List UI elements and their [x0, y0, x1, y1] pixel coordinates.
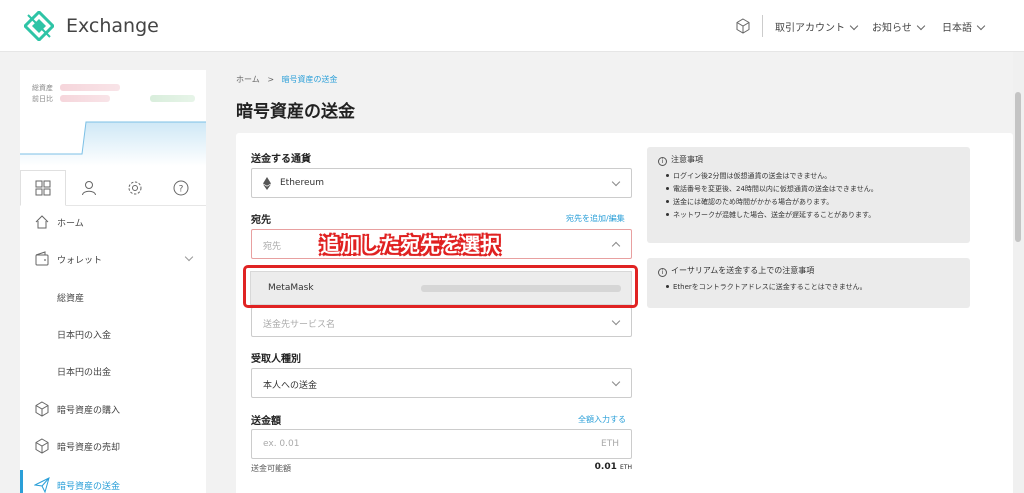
breadcrumb-separator: >: [267, 75, 275, 84]
gear-icon: [128, 181, 142, 195]
currency-label: 送金する通貨: [251, 154, 311, 165]
service-name-select[interactable]: 送金先サービス名: [251, 307, 632, 337]
sidebar-tabs: ?: [20, 170, 206, 206]
asset-sparkline: [20, 121, 206, 166]
breadcrumb-current: 暗号資産の送金: [281, 75, 338, 84]
top-header: Exchange 取引アカウント お知らせ 日本語: [0, 0, 1024, 52]
sidebar-item-sell-crypto[interactable]: 暗号資産の売却: [20, 431, 206, 461]
notice-general: i 注意事項 ログイン後2分間は仮想通貨の送金はできません。 電話番号を変更後、2…: [647, 147, 970, 243]
notice-list: ログイン後2分間は仮想通貨の送金はできません。 電話番号を変更後、24時間以内に…: [666, 171, 878, 223]
cube-icon[interactable]: [735, 18, 751, 34]
scrollbar-thumb[interactable]: [1015, 92, 1021, 242]
brand-name[interactable]: Exchange: [66, 15, 159, 37]
tab-settings[interactable]: [112, 170, 158, 206]
chevron-down-icon: [611, 177, 621, 187]
exchange-logo-icon[interactable]: [24, 11, 54, 41]
list-item: 電話番号を変更後、24時間以内に仮想通貨の送金はできません。: [666, 184, 878, 197]
chevron-down-icon: [916, 21, 926, 31]
sidebar-item-jpy-withdraw[interactable]: 日本円の出金: [20, 356, 206, 386]
list-item: ネットワークが混雑した場合、送金が遅延することがあります。: [666, 210, 878, 223]
header-divider: [762, 15, 763, 37]
notice-ethereum: i イーサリアムを送金する上での注意事項 Etherをコントラクトアドレスに送金す…: [647, 258, 970, 308]
send-icon: [34, 477, 50, 493]
annotation-text: 追加した宛先を選択: [320, 233, 500, 257]
list-item: ログイン後2分間は仮想通貨の送金はできません。: [666, 171, 878, 184]
chevron-up-icon: [611, 241, 621, 251]
list-item: Etherをコントラクトアドレスに送金することはできません。: [666, 282, 867, 295]
page-title: 暗号資産の送金: [236, 102, 355, 122]
notifications-menu[interactable]: お知らせ: [872, 19, 926, 34]
list-item: 送金には確認のため時間がかかる場合があります。: [666, 197, 878, 210]
cube-icon: [35, 438, 49, 454]
sidebar-item-jpy-deposit[interactable]: 日本円の入金: [20, 319, 206, 349]
notice-title: i イーサリアムを送金する上での注意事項: [658, 265, 814, 277]
amount-label: 送金額: [251, 416, 281, 427]
tab-help[interactable]: ?: [158, 170, 204, 206]
chevron-down-icon: [976, 21, 986, 31]
recipient-type-select[interactable]: 本人への送金: [251, 368, 632, 398]
notice-title: i 注意事項: [658, 154, 703, 166]
trading-account-menu[interactable]: 取引アカウント: [775, 19, 859, 34]
amount-input[interactable]: ex. 0.01 ETH: [251, 429, 632, 459]
chevron-down-icon: [184, 252, 194, 262]
wallet-icon: [35, 251, 49, 266]
sidebar-item-send-crypto[interactable]: 暗号資産の送金: [20, 470, 206, 493]
sidebar-item-home[interactable]: ホーム: [20, 207, 206, 237]
add-edit-destination-link[interactable]: 宛先を追加/編集: [566, 213, 625, 224]
chevron-down-icon: [611, 316, 621, 326]
chevron-down-icon: [611, 377, 621, 387]
fill-full-amount-link[interactable]: 全額入力する: [578, 414, 626, 425]
sidebar-item-wallet[interactable]: ウォレット: [20, 244, 206, 274]
cube-icon: [35, 401, 49, 417]
sidebar-item-total-assets[interactable]: 総資産: [20, 282, 206, 312]
chevron-down-icon: [849, 21, 859, 31]
info-icon: i: [658, 268, 667, 277]
breadcrumb-home[interactable]: ホーム: [236, 75, 260, 84]
language-menu[interactable]: 日本語: [942, 19, 986, 34]
amount-unit: ETH: [601, 439, 619, 449]
tab-grid[interactable]: [20, 170, 66, 206]
recipient-type-label: 受取人種別: [251, 354, 301, 365]
home-icon: [35, 215, 49, 229]
info-icon: i: [658, 157, 667, 166]
active-indicator: [20, 470, 23, 493]
page-scrollbar[interactable]: [1013, 52, 1024, 493]
annotation-highlight-box: [243, 265, 638, 308]
ethereum-icon: [263, 177, 271, 190]
currency-select[interactable]: Ethereum: [251, 168, 632, 198]
sidebar: 総資産 前日比 ? ホーム ウォレット 総資産 日本円の入金 日本円の出金 暗号…: [20, 70, 206, 493]
svg-text:?: ?: [179, 185, 184, 195]
help-icon: ?: [173, 180, 189, 196]
tab-user[interactable]: [66, 170, 112, 206]
user-icon: [82, 181, 96, 196]
sidebar-item-buy-crypto[interactable]: 暗号資産の購入: [20, 394, 206, 424]
available-amount-value: 0.01 ETH: [594, 462, 632, 472]
available-amount-label: 送金可能額: [251, 464, 291, 473]
grid-icon: [35, 180, 51, 196]
destination-label: 宛先: [251, 215, 271, 226]
notice-list: Etherをコントラクトアドレスに送金することはできません。: [666, 282, 867, 295]
breadcrumb: ホーム > 暗号資産の送金: [236, 74, 338, 85]
